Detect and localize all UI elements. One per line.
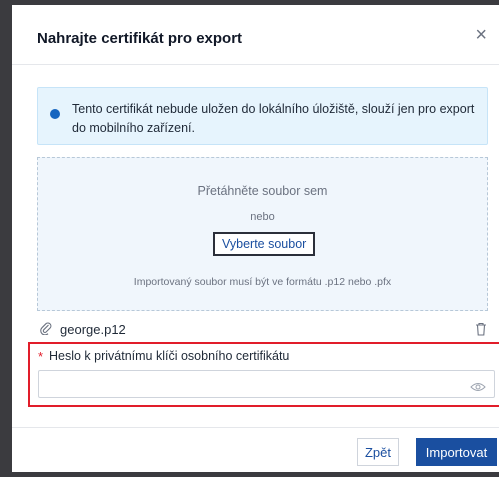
footer-divider bbox=[12, 427, 499, 428]
info-dot-icon bbox=[50, 109, 60, 119]
import-button[interactable]: Importovat bbox=[416, 438, 497, 466]
file-dropzone[interactable]: Přetáhněte soubor sem nebo Vyberte soubo… bbox=[37, 157, 488, 311]
file-name: george.p12 bbox=[60, 322, 126, 337]
password-field-group: * Heslo k privátnímu klíči osobního cert… bbox=[28, 342, 499, 407]
uploaded-file-row: george.p12 bbox=[40, 321, 488, 341]
required-mark: * bbox=[38, 349, 44, 364]
back-button[interactable]: Zpět bbox=[357, 438, 399, 466]
info-text: Tento certifikát nebude uložen do lokáln… bbox=[72, 102, 475, 135]
paperclip-icon bbox=[40, 321, 52, 338]
dialog-header: Nahrajte certifikát pro export × bbox=[12, 5, 499, 65]
trash-icon[interactable] bbox=[474, 321, 488, 337]
password-label: Heslo k privátnímu klíči osobního certif… bbox=[49, 349, 290, 363]
dropzone-hint: Importovaný soubor musí být ve formátu .… bbox=[133, 276, 392, 288]
select-file-button[interactable]: Vyberte soubor bbox=[213, 232, 316, 256]
password-input[interactable] bbox=[38, 370, 495, 398]
close-icon[interactable]: × bbox=[475, 25, 487, 45]
dialog: Nahrajte certifikát pro export × Tento c… bbox=[0, 0, 499, 477]
dropzone-drag-text: Přetáhněte soubor sem bbox=[197, 184, 328, 198]
eye-icon[interactable] bbox=[470, 379, 486, 391]
dialog-title: Nahrajte certifikát pro export bbox=[37, 30, 243, 47]
dropzone-or-text: nebo bbox=[250, 211, 275, 223]
info-banner: Tento certifikát nebude uložen do lokáln… bbox=[37, 87, 488, 145]
